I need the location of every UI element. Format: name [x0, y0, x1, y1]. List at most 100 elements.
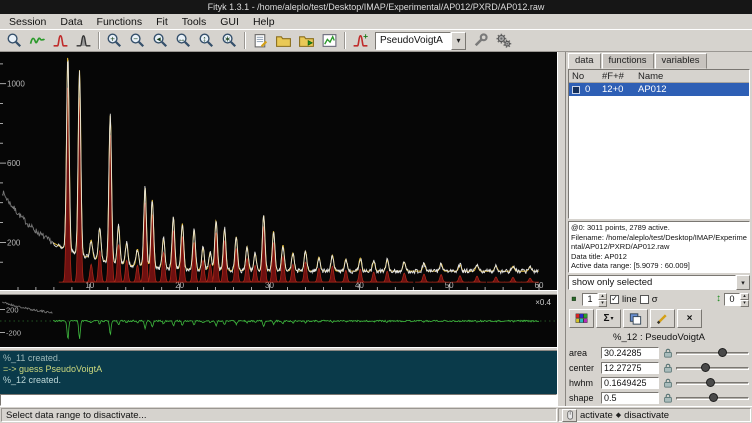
- param-input-hwhm[interactable]: [601, 377, 659, 389]
- settings-button[interactable]: [492, 30, 515, 51]
- param-input-area[interactable]: [601, 347, 659, 359]
- info-line: Active data range: [5.9079 : 60.009]: [571, 261, 747, 271]
- data-buttons-row: Σ▾ ×: [566, 307, 752, 330]
- param-slider-shape[interactable]: [676, 392, 749, 404]
- delete-button[interactable]: ×: [677, 309, 702, 328]
- zoom-out-button[interactable]: −: [126, 30, 149, 51]
- lock-icon[interactable]: [661, 346, 674, 359]
- zoom-vertical-button[interactable]: ↕: [195, 30, 218, 51]
- mode-data-range-button[interactable]: [26, 30, 49, 51]
- param-input-center[interactable]: [601, 362, 659, 374]
- toolbar-separator: [244, 32, 246, 49]
- menu-fit[interactable]: Fit: [149, 14, 175, 29]
- column-header-functions[interactable]: #F+#: [599, 71, 635, 82]
- aux-plot[interactable]: 200-200×0.4: [0, 295, 557, 347]
- point-size-spinner[interactable]: 1 ▴ ▾: [582, 293, 607, 306]
- slider-thumb[interactable]: [706, 378, 715, 387]
- row-checkbox[interactable]: [572, 86, 580, 94]
- main-area: 1020304050602006001000 200-200×0.4 %_11 …: [0, 52, 752, 406]
- execute-script-button[interactable]: [295, 30, 318, 51]
- param-slider-hwhm[interactable]: [676, 377, 749, 389]
- menu-session[interactable]: Session: [2, 14, 53, 29]
- spin-down-icon[interactable]: ▾: [598, 300, 607, 307]
- shift-value: 0: [724, 293, 740, 306]
- mouse-mode-button[interactable]: [562, 409, 577, 422]
- tab-functions[interactable]: functions: [602, 53, 654, 69]
- line-label: line: [622, 294, 637, 305]
- column-header-name[interactable]: Name: [635, 71, 749, 82]
- menu-gui[interactable]: GUI: [213, 14, 246, 29]
- fit-button[interactable]: [469, 30, 492, 51]
- param-slider-area[interactable]: [676, 347, 749, 359]
- main-plot-canvas[interactable]: 1020304050602006001000: [0, 52, 557, 290]
- sigma-label: σ: [652, 294, 658, 305]
- svg-text:600: 600: [7, 159, 21, 168]
- titlebar: Fityk 1.3.1 - /home/aleplo/test/Desktop/…: [0, 0, 752, 14]
- param-label-shape: shape: [569, 393, 599, 403]
- point-size-value: 1: [582, 293, 598, 306]
- aux-plot-canvas[interactable]: 200-200×0.4: [0, 295, 557, 347]
- command-input[interactable]: [0, 394, 557, 406]
- zoom-previous-button[interactable]: ◂: [149, 30, 172, 51]
- param-slider-center[interactable]: [676, 362, 749, 374]
- svg-text:−: −: [133, 34, 138, 43]
- zoom-in-button[interactable]: +: [103, 30, 126, 51]
- slider-thumb[interactable]: [701, 363, 710, 372]
- export-image-button[interactable]: [318, 30, 341, 51]
- cell-name: AP012: [636, 84, 749, 95]
- parameter-panel: areacenterhwhmshape: [566, 345, 752, 405]
- mode-zoom-button[interactable]: [3, 30, 26, 51]
- lock-icon[interactable]: [661, 391, 674, 404]
- slider-thumb[interactable]: [709, 393, 718, 402]
- svg-text:1000: 1000: [7, 80, 25, 89]
- menu-data[interactable]: Data: [53, 14, 89, 29]
- lock-icon[interactable]: [661, 376, 674, 389]
- tab-variables[interactable]: variables: [655, 53, 707, 69]
- menu-tools[interactable]: Tools: [175, 14, 214, 29]
- param-label-center: center: [569, 363, 599, 373]
- slider-groove: [676, 352, 749, 355]
- chevron-down-icon[interactable]: ▾: [451, 32, 466, 50]
- function-type-value: PseudoVoigtA: [375, 32, 451, 50]
- chevron-down-icon[interactable]: ▾: [736, 275, 750, 290]
- column-header-no[interactable]: No: [569, 71, 599, 82]
- shift-spinner[interactable]: 0 ▴ ▾: [724, 293, 749, 306]
- zoom-all-button[interactable]: ∗: [218, 30, 241, 51]
- function-label: %_12 : PseudoVoigtA: [566, 332, 752, 345]
- info-line: @0: 3011 points, 2789 active.: [571, 223, 747, 233]
- svg-text:↕: ↕: [203, 34, 207, 43]
- statusbar: Select data range to disactivate... acti…: [0, 406, 752, 423]
- activate-label: activate: [580, 410, 613, 421]
- lock-icon[interactable]: [661, 361, 674, 374]
- guess-peak-button[interactable]: +: [349, 30, 372, 51]
- open-session-button[interactable]: [272, 30, 295, 51]
- menu-functions[interactable]: Functions: [90, 14, 150, 29]
- show-sum-button[interactable]: Σ▾: [596, 309, 621, 328]
- table-row[interactable]: 012+0AP012: [569, 83, 749, 96]
- param-input-shape[interactable]: [601, 392, 659, 404]
- main-plot[interactable]: 1020304050602006001000: [0, 52, 557, 290]
- spin-up-icon[interactable]: ▴: [740, 293, 749, 300]
- colors-button[interactable]: [569, 309, 594, 328]
- zoom-horizontal-button[interactable]: ↔: [172, 30, 195, 51]
- shift-arrows-icon[interactable]: ↕: [716, 294, 721, 304]
- svg-text:200: 200: [7, 238, 21, 247]
- edit-script-button[interactable]: [249, 30, 272, 51]
- slider-groove: [676, 367, 749, 370]
- mode-activate-button[interactable]: [72, 30, 95, 51]
- cell-no: 0: [583, 84, 600, 95]
- tab-data[interactable]: data: [568, 53, 601, 69]
- spin-up-icon[interactable]: ▴: [598, 293, 607, 300]
- draw-style-button[interactable]: [650, 309, 675, 328]
- function-type-dropdown[interactable]: PseudoVoigtA▾: [375, 32, 466, 50]
- line-checkbox[interactable]: ✓: [610, 295, 619, 304]
- mode-add-peak-button[interactable]: [49, 30, 72, 51]
- cell-functions: 12+0: [600, 84, 636, 95]
- stack-button[interactable]: [623, 309, 648, 328]
- sidebar-splitter[interactable]: [557, 52, 566, 406]
- sigma-checkbox[interactable]: [640, 295, 649, 304]
- filter-dropdown[interactable]: show only selected ▾: [568, 275, 750, 290]
- slider-thumb[interactable]: [718, 348, 727, 357]
- spin-down-icon[interactable]: ▾: [740, 300, 749, 307]
- menu-help[interactable]: Help: [246, 14, 282, 29]
